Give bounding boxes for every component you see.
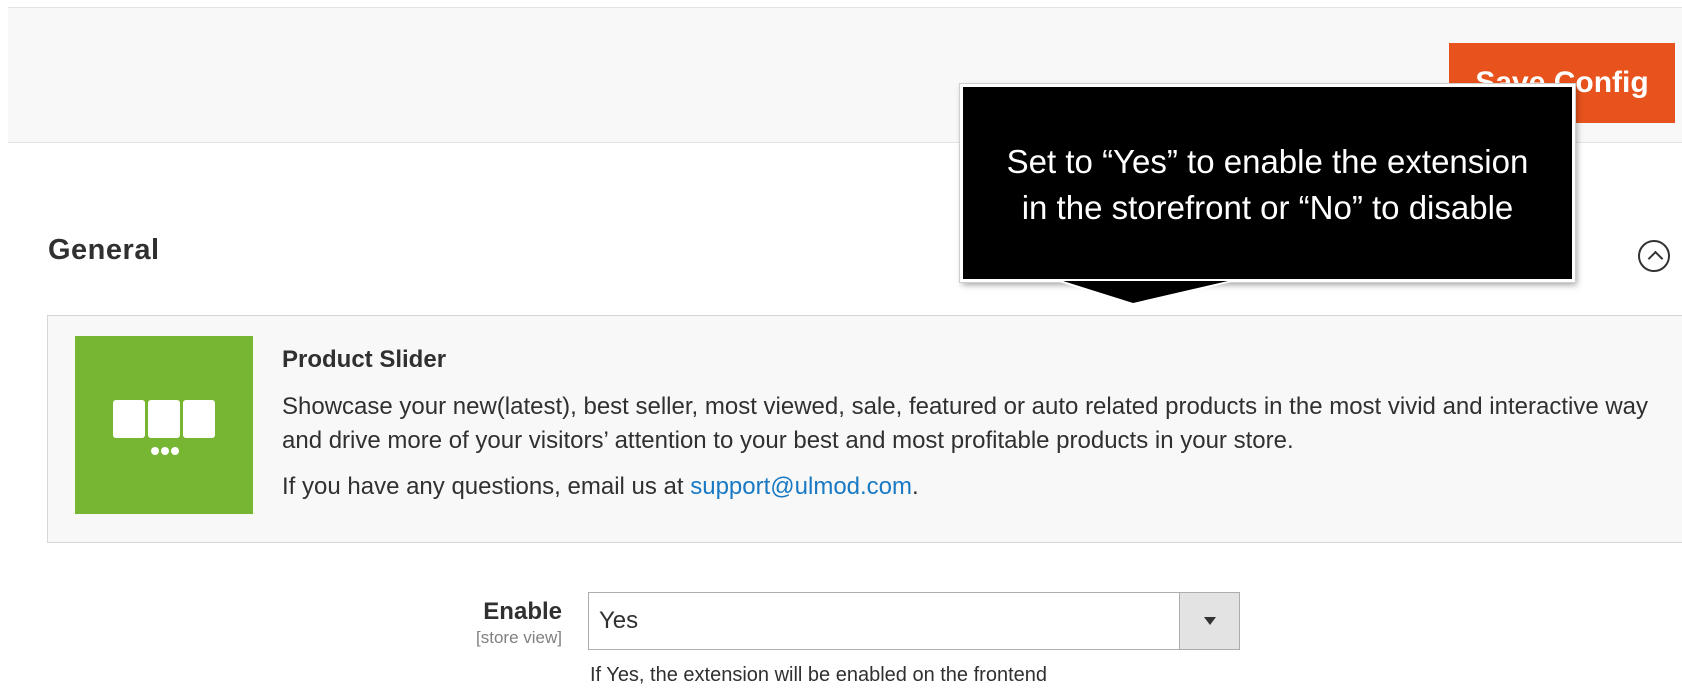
enable-label: Enable: [483, 598, 562, 625]
chevron-up-circle-icon[interactable]: [1638, 240, 1670, 272]
logo-slide-shape: [113, 400, 145, 438]
extension-title: Product Slider: [282, 346, 447, 373]
enable-select-value: Yes: [599, 607, 639, 634]
contact-prefix: If you have any questions, email us at: [282, 473, 691, 500]
extension-description: Showcase your new(latest), best seller, …: [282, 393, 1649, 454]
product-slider-logo-icon: [75, 336, 253, 514]
tooltip-callout: Set to “Yes” to enable the extension in …: [960, 84, 1575, 307]
logo-slide-shape: [183, 400, 215, 438]
callout-tail: [1063, 281, 1228, 303]
logo-slide-shape: [148, 400, 180, 438]
enable-field-note: If Yes, the extension will be enabled on…: [590, 664, 1048, 686]
section-title[interactable]: General: [48, 234, 160, 267]
logo-dot-shape: [171, 447, 179, 455]
store-view-scope: [store view]: [476, 628, 562, 647]
contact-line: If you have any questions, email us at s…: [282, 470, 1672, 504]
callout-line-2: in the storefront or “No” to disable: [1021, 189, 1514, 226]
enable-field-label: Enable [store view]: [476, 598, 562, 648]
logo-dot-shape: [151, 447, 159, 455]
contact-suffix: .: [912, 473, 919, 500]
config-page: Save Config General Product Slider Showc…: [0, 0, 1682, 688]
info-text-block: Product Slider Showcase your new(latest)…: [282, 346, 1672, 504]
callout-text: Set to “Yes” to enable the extension in …: [963, 139, 1572, 231]
enable-select[interactable]: Yes: [588, 592, 1240, 650]
extension-info-panel: Product Slider Showcase your new(latest)…: [47, 315, 1682, 543]
chevron-down-icon[interactable]: [1179, 593, 1239, 649]
logo-dot-shape: [161, 447, 169, 455]
callout-line-1: Set to “Yes” to enable the extension: [1006, 143, 1529, 180]
support-email-link[interactable]: support@ulmod.com: [690, 473, 912, 500]
